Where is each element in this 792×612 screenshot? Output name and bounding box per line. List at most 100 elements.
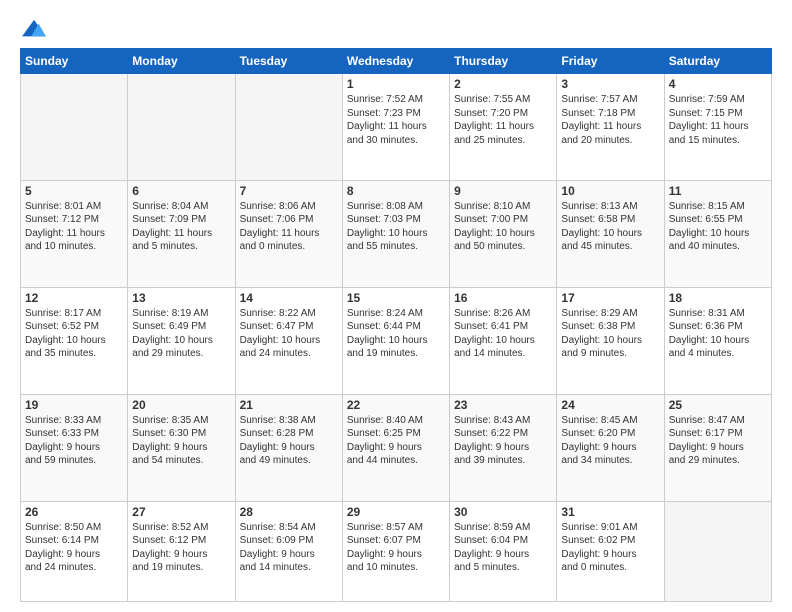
day-number: 30 xyxy=(454,505,552,519)
calendar-cell: 18 Sunrise: 8:31 AM Sunset: 6:36 PM Dayli… xyxy=(664,287,771,394)
calendar-cell: 22 Sunrise: 8:40 AM Sunset: 6:25 PM Dayli… xyxy=(342,394,449,501)
calendar-cell: 28Sunrise: 8:54 AM Sunset: 6:09 PM Dayli… xyxy=(235,501,342,601)
day-number: 1 xyxy=(347,77,445,91)
calendar-week-row: 26 Sunrise: 8:50 AM Sunset: 6:14 PM Dayli… xyxy=(21,501,772,601)
day-info: Sunrise: 8:54 AM Sunset: 6:09 PM Dayligh… xyxy=(240,521,338,575)
calendar-cell: 8 Sunrise: 8:08 AM Sunset: 7:03 PM Daylig… xyxy=(342,180,449,287)
day-info: Sunrise: 8:06 AM Sunset: 7:06 PM Dayligh… xyxy=(240,200,338,254)
calendar-cell: 20Sunrise: 8:35 AM Sunset: 6:30 PM Dayli… xyxy=(128,394,235,501)
calendar-week-row: 1 Sunrise: 7:52 AM Sunset: 7:23 PM Daylig… xyxy=(21,74,772,181)
day-info: Sunrise: 8:31 AM Sunset: 6:36 PM Dayligh… xyxy=(669,307,767,361)
day-number: 5 xyxy=(25,184,123,198)
header xyxy=(20,18,772,40)
calendar-cell: 21 Sunrise: 8:38 AM Sunset: 6:28 PM Dayli… xyxy=(235,394,342,501)
day-info: Sunrise: 8:15 AM Sunset: 6:55 PM Dayligh… xyxy=(669,200,767,254)
day-number: 15 xyxy=(347,291,445,305)
calendar-cell: 24 Sunrise: 8:45 AM Sunset: 6:20 PM Dayli… xyxy=(557,394,664,501)
calendar-cell: 23 Sunrise: 8:43 AM Sunset: 6:22 PM Dayli… xyxy=(450,394,557,501)
day-number: 12 xyxy=(25,291,123,305)
calendar-cell: 7Sunrise: 8:06 AM Sunset: 7:06 PM Daylig… xyxy=(235,180,342,287)
day-number: 26 xyxy=(25,505,123,519)
calendar-cell: 17 Sunrise: 8:29 AM Sunset: 6:38 PM Dayli… xyxy=(557,287,664,394)
calendar-cell: 31 Sunrise: 9:01 AM Sunset: 6:02 PM Dayli… xyxy=(557,501,664,601)
day-number: 9 xyxy=(454,184,552,198)
calendar-cell: 1 Sunrise: 7:52 AM Sunset: 7:23 PM Daylig… xyxy=(342,74,449,181)
weekday-header-wednesday: Wednesday xyxy=(342,49,449,74)
day-info: Sunrise: 7:59 AM Sunset: 7:15 PM Dayligh… xyxy=(669,93,767,147)
day-number: 10 xyxy=(561,184,659,198)
weekday-header-monday: Monday xyxy=(128,49,235,74)
calendar-cell: 27Sunrise: 8:52 AM Sunset: 6:12 PM Dayli… xyxy=(128,501,235,601)
day-number: 20 xyxy=(132,398,230,412)
day-number: 23 xyxy=(454,398,552,412)
day-info: Sunrise: 7:52 AM Sunset: 7:23 PM Dayligh… xyxy=(347,93,445,147)
calendar-week-row: 19 Sunrise: 8:33 AM Sunset: 6:33 PM Dayli… xyxy=(21,394,772,501)
day-info: Sunrise: 8:29 AM Sunset: 6:38 PM Dayligh… xyxy=(561,307,659,361)
day-number: 31 xyxy=(561,505,659,519)
day-info: Sunrise: 8:33 AM Sunset: 6:33 PM Dayligh… xyxy=(25,414,123,468)
day-info: Sunrise: 8:26 AM Sunset: 6:41 PM Dayligh… xyxy=(454,307,552,361)
weekday-header-saturday: Saturday xyxy=(664,49,771,74)
calendar-week-row: 5Sunrise: 8:01 AM Sunset: 7:12 PM Daylig… xyxy=(21,180,772,287)
day-number: 24 xyxy=(561,398,659,412)
day-info: Sunrise: 8:24 AM Sunset: 6:44 PM Dayligh… xyxy=(347,307,445,361)
logo-icon xyxy=(20,18,48,40)
day-number: 14 xyxy=(240,291,338,305)
calendar-cell: 29Sunrise: 8:57 AM Sunset: 6:07 PM Dayli… xyxy=(342,501,449,601)
day-info: Sunrise: 8:19 AM Sunset: 6:49 PM Dayligh… xyxy=(132,307,230,361)
calendar-cell: 13 Sunrise: 8:19 AM Sunset: 6:49 PM Dayli… xyxy=(128,287,235,394)
calendar-cell xyxy=(21,74,128,181)
day-number: 6 xyxy=(132,184,230,198)
day-number: 22 xyxy=(347,398,445,412)
day-info: Sunrise: 7:57 AM Sunset: 7:18 PM Dayligh… xyxy=(561,93,659,147)
weekday-header-tuesday: Tuesday xyxy=(235,49,342,74)
calendar-cell: 5Sunrise: 8:01 AM Sunset: 7:12 PM Daylig… xyxy=(21,180,128,287)
calendar-cell: 25Sunrise: 8:47 AM Sunset: 6:17 PM Dayli… xyxy=(664,394,771,501)
day-number: 2 xyxy=(454,77,552,91)
calendar-cell: 4 Sunrise: 7:59 AM Sunset: 7:15 PM Daylig… xyxy=(664,74,771,181)
day-info: Sunrise: 8:08 AM Sunset: 7:03 PM Dayligh… xyxy=(347,200,445,254)
calendar-cell: 2 Sunrise: 7:55 AM Sunset: 7:20 PM Daylig… xyxy=(450,74,557,181)
calendar-cell: 14Sunrise: 8:22 AM Sunset: 6:47 PM Dayli… xyxy=(235,287,342,394)
day-info: Sunrise: 8:50 AM Sunset: 6:14 PM Dayligh… xyxy=(25,521,123,575)
weekday-header-row: SundayMondayTuesdayWednesdayThursdayFrid… xyxy=(21,49,772,74)
calendar-cell: 19 Sunrise: 8:33 AM Sunset: 6:33 PM Dayli… xyxy=(21,394,128,501)
calendar-cell: 30 Sunrise: 8:59 AM Sunset: 6:04 PM Dayli… xyxy=(450,501,557,601)
calendar-cell xyxy=(664,501,771,601)
day-number: 19 xyxy=(25,398,123,412)
day-info: Sunrise: 8:40 AM Sunset: 6:25 PM Dayligh… xyxy=(347,414,445,468)
day-info: Sunrise: 8:47 AM Sunset: 6:17 PM Dayligh… xyxy=(669,414,767,468)
weekday-header-friday: Friday xyxy=(557,49,664,74)
calendar-cell: 11 Sunrise: 8:15 AM Sunset: 6:55 PM Dayli… xyxy=(664,180,771,287)
day-info: Sunrise: 9:01 AM Sunset: 6:02 PM Dayligh… xyxy=(561,521,659,575)
calendar-cell xyxy=(128,74,235,181)
day-info: Sunrise: 8:59 AM Sunset: 6:04 PM Dayligh… xyxy=(454,521,552,575)
calendar-week-row: 12 Sunrise: 8:17 AM Sunset: 6:52 PM Dayli… xyxy=(21,287,772,394)
day-number: 27 xyxy=(132,505,230,519)
calendar-cell: 16 Sunrise: 8:26 AM Sunset: 6:41 PM Dayli… xyxy=(450,287,557,394)
day-number: 8 xyxy=(347,184,445,198)
calendar-table: SundayMondayTuesdayWednesdayThursdayFrid… xyxy=(20,48,772,602)
day-info: Sunrise: 8:04 AM Sunset: 7:09 PM Dayligh… xyxy=(132,200,230,254)
calendar-cell: 15 Sunrise: 8:24 AM Sunset: 6:44 PM Dayli… xyxy=(342,287,449,394)
day-info: Sunrise: 8:45 AM Sunset: 6:20 PM Dayligh… xyxy=(561,414,659,468)
calendar-cell: 6 Sunrise: 8:04 AM Sunset: 7:09 PM Daylig… xyxy=(128,180,235,287)
day-number: 16 xyxy=(454,291,552,305)
logo xyxy=(20,18,52,40)
day-info: Sunrise: 8:17 AM Sunset: 6:52 PM Dayligh… xyxy=(25,307,123,361)
calendar-cell xyxy=(235,74,342,181)
day-info: Sunrise: 8:43 AM Sunset: 6:22 PM Dayligh… xyxy=(454,414,552,468)
day-number: 11 xyxy=(669,184,767,198)
day-number: 29 xyxy=(347,505,445,519)
day-info: Sunrise: 8:10 AM Sunset: 7:00 PM Dayligh… xyxy=(454,200,552,254)
day-number: 3 xyxy=(561,77,659,91)
day-number: 4 xyxy=(669,77,767,91)
day-number: 21 xyxy=(240,398,338,412)
day-info: Sunrise: 8:38 AM Sunset: 6:28 PM Dayligh… xyxy=(240,414,338,468)
day-number: 18 xyxy=(669,291,767,305)
day-number: 13 xyxy=(132,291,230,305)
calendar-cell: 9 Sunrise: 8:10 AM Sunset: 7:00 PM Daylig… xyxy=(450,180,557,287)
day-number: 17 xyxy=(561,291,659,305)
page: SundayMondayTuesdayWednesdayThursdayFrid… xyxy=(0,0,792,612)
day-info: Sunrise: 7:55 AM Sunset: 7:20 PM Dayligh… xyxy=(454,93,552,147)
